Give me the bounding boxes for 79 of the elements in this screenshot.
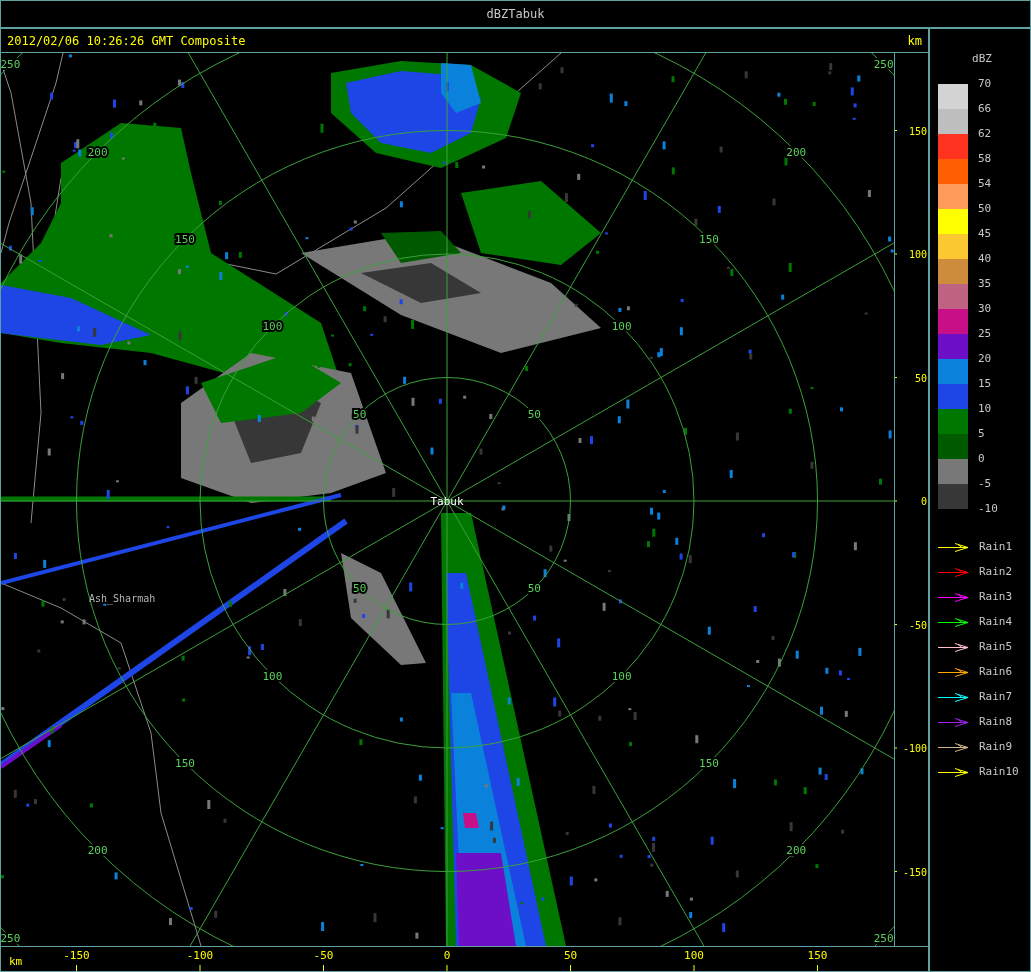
range-label: 200 (786, 145, 807, 159)
range-label: 50 (527, 407, 541, 421)
y-tick-label: 150 (908, 125, 927, 137)
range-label: 200 (87, 844, 108, 858)
x-tick-label: -50 (313, 949, 334, 962)
x-tick-label: 150 (807, 949, 828, 962)
x-tick-label: 0 (443, 949, 451, 962)
tick-mark (894, 624, 898, 625)
tick-mark (894, 747, 898, 749)
y-tick-label: -50 (908, 619, 927, 631)
tick-mark (894, 377, 898, 378)
x-tick-label: -100 (186, 949, 214, 962)
town-label: Ash_Sharmah (89, 593, 156, 604)
scale-label: 15 (978, 377, 992, 390)
station-label: Tabuk (430, 495, 464, 508)
scale-label: 35 (978, 277, 992, 290)
scale-label: -10 (978, 502, 998, 515)
track-label: Rain10 (979, 763, 1019, 780)
scale-label: 58 (978, 152, 992, 165)
range-label: 100 (611, 320, 632, 334)
range-label: 100 (611, 669, 632, 683)
track-label: Rain8 (979, 713, 1013, 730)
y-tick-label: 50 (914, 372, 927, 384)
y-tick-label: 100 (908, 249, 927, 260)
track-label: Rain1 (979, 538, 1013, 555)
window-title: dBZTabuk (486, 6, 545, 23)
scale-label: 66 (978, 102, 992, 115)
scale-label: 20 (978, 352, 992, 365)
y-tick-label: -100 (902, 743, 927, 754)
scale-label: 25 (978, 327, 992, 340)
tick-mark (817, 964, 818, 971)
track-label: Rain6 (979, 663, 1013, 680)
tick-mark (323, 964, 324, 971)
scale-label: 40 (978, 252, 992, 265)
scale-label: 0 (978, 452, 985, 465)
tick-mark (894, 253, 898, 255)
legend-title: dBZ (972, 52, 992, 65)
range-label: 250 (873, 931, 894, 945)
tick-mark (894, 130, 898, 131)
tick-mark (693, 964, 695, 971)
scale-label: 70 (978, 77, 992, 90)
range-label: 150 (175, 233, 195, 246)
track-label: Rain5 (979, 638, 1013, 655)
axis-unit: km (9, 955, 23, 968)
range-label: 100 (262, 320, 283, 334)
track-label: Rain3 (979, 588, 1013, 605)
tick-mark (199, 964, 201, 971)
scale-label: 50 (978, 202, 992, 215)
tick-mark (894, 500, 898, 502)
x-tick-label: -150 (63, 949, 90, 962)
scale-label: -5 (978, 477, 992, 490)
range-label: 50 (353, 407, 367, 421)
range-label: 50 (527, 582, 541, 596)
tick-mark (76, 964, 77, 971)
scale-label: 5 (978, 427, 985, 440)
tick-mark (446, 964, 448, 971)
tick-mark (894, 871, 898, 872)
range-label: 250 (873, 58, 894, 72)
range-label: 200 (786, 844, 807, 858)
x-tick-label: 50 (563, 949, 578, 962)
track-label: Rain9 (979, 738, 1013, 755)
range-label: 100 (262, 669, 283, 683)
scale-label: 30 (978, 302, 992, 315)
scale-label: 54 (978, 177, 992, 190)
track-label: Rain4 (979, 613, 1013, 630)
scale-label: 10 (978, 402, 992, 415)
timestamp: 2012/02/06 10:26:26 GMT Composite (7, 32, 246, 50)
y-tick-label: -150 (902, 866, 927, 878)
range-label: 50 (353, 582, 367, 596)
track-label: Rain2 (979, 563, 1013, 580)
axis-unit: km (907, 32, 922, 50)
track-label: Rain7 (979, 688, 1013, 705)
scale-label: 62 (978, 127, 992, 140)
scale-label: 45 (978, 227, 992, 240)
tick-mark (570, 964, 571, 971)
x-tick-label: 100 (684, 949, 704, 962)
y-tick-label: 0 (920, 496, 927, 507)
range-label: 200 (87, 145, 108, 159)
range-label: 250 (1, 931, 21, 945)
